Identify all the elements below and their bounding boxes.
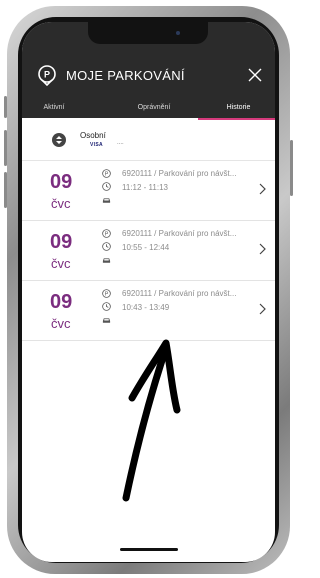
date-month: čvc [51,256,71,271]
parking-icon: P [102,169,111,178]
page-title: MOJE PARKOVÁNÍ [66,68,185,83]
list-item[interactable]: 09 čvc P 6920111 / Parkování pro návšt..… [22,161,275,221]
clock-icon [102,182,111,191]
tab-historie[interactable]: Historie [202,96,275,118]
list-item[interactable]: 09 čvc P 6920111 / Parkování pro návšt..… [22,221,275,281]
sort-icon [52,133,66,147]
date-month: čvc [51,196,71,211]
parking-zone: 6920111 / Parkování pro návšt... [122,289,237,298]
side-button [4,172,7,208]
date-month: čvc [51,316,71,331]
car-icon [102,198,111,203]
parking-icon: P [102,229,111,238]
side-button [4,96,7,118]
svg-text:P: P [105,292,109,298]
car-icon [102,258,111,263]
parking-time: 11:12 - 11:13 [122,183,168,192]
chevron-right-icon[interactable] [259,183,266,195]
parking-icon: P [102,289,111,298]
notch [88,22,208,44]
clock-icon [102,302,111,311]
svg-text:P: P [44,70,50,80]
tab-aktivni[interactable]: Aktivní [22,96,86,118]
date-day: 09 [50,291,73,313]
card-number: .... [117,140,124,146]
parking-pin-icon: P [38,65,56,86]
side-button [290,140,293,196]
date-day: 09 [50,171,73,193]
list-item[interactable]: 09 čvc P 6920111 / Parkování pro návšt..… [22,281,275,341]
car-icon [102,318,111,323]
parking-zone: 6920111 / Parkování pro návšt... [122,229,237,238]
chevron-right-icon[interactable] [259,303,266,315]
side-button [4,130,7,166]
clock-icon [102,242,111,251]
parking-zone: 6920111 / Parkování pro návšt... [122,169,237,178]
svg-text:P: P [105,232,109,238]
close-icon[interactable] [247,67,263,83]
home-indicator [120,548,178,551]
date-day: 09 [50,231,73,253]
tab-bar: Aktivní Oprávnění Historie [22,96,275,118]
parking-time: 10:43 - 13:49 [122,303,170,312]
svg-text:P: P [105,172,109,178]
phone-screen: P MOJE PARKOVÁNÍ Aktivní Oprávnění Histo… [22,22,275,562]
parking-time: 10:55 - 12:44 [122,243,170,252]
chevron-right-icon[interactable] [259,243,266,255]
vehicle-selector[interactable]: Osobní VISA .... [22,120,275,161]
card-brand: VISA [90,142,103,148]
vehicle-name: Osobní [80,131,106,140]
history-list: 09 čvc P 6920111 / Parkování pro návšt..… [22,161,275,341]
tab-opravneni[interactable]: Oprávnění [122,96,186,118]
